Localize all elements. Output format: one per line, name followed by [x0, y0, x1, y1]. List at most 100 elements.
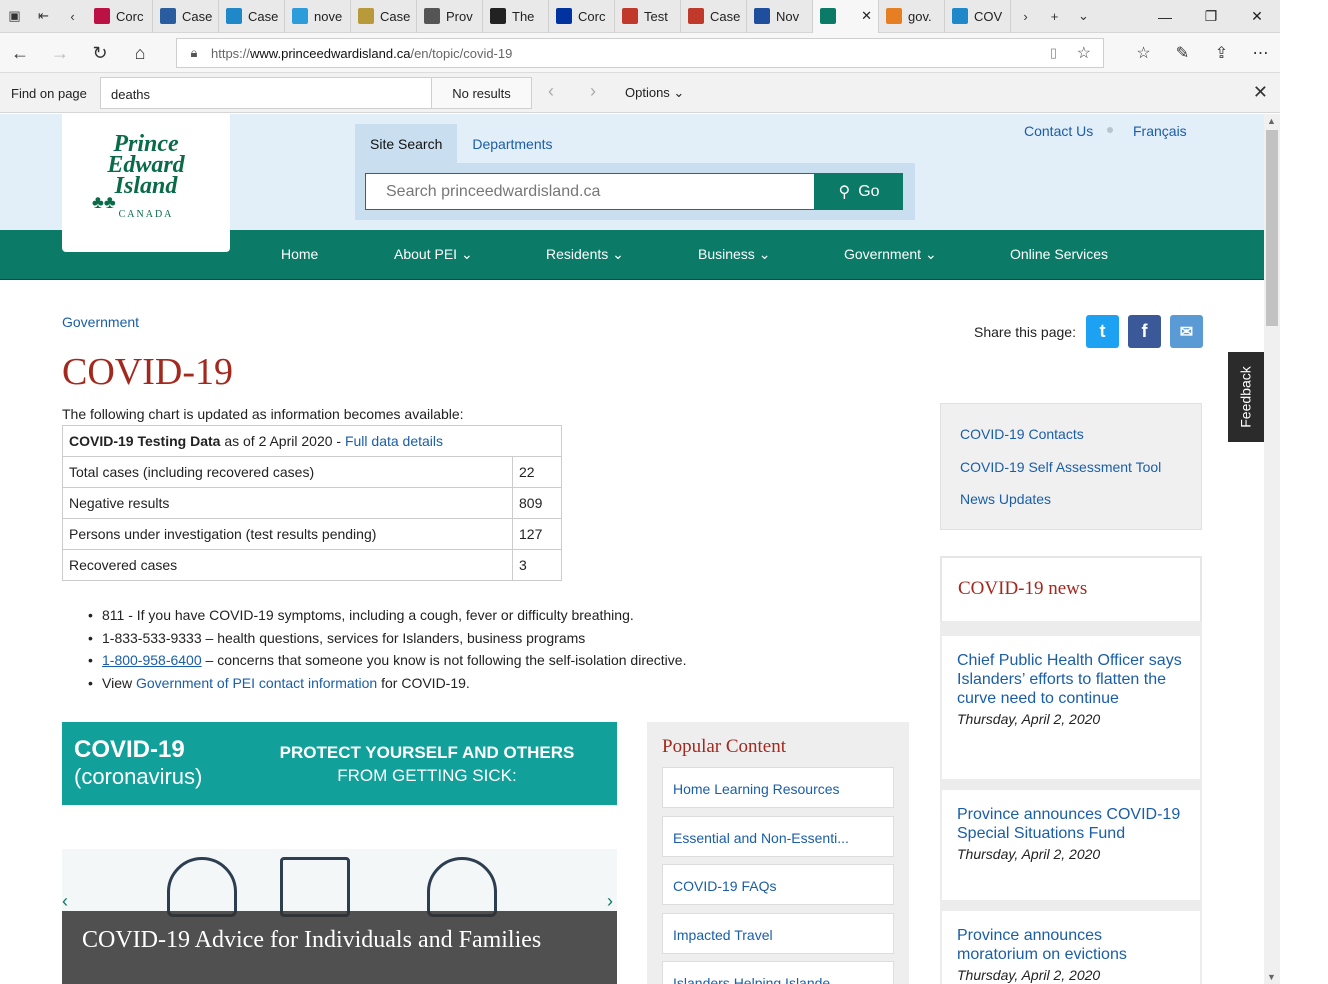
carousel: ‹ › COVID-19 Advice for Individuals and … [62, 849, 617, 984]
forward-icon[interactable]: → [40, 33, 80, 73]
browser-window: ▣ ⇤ ‹ Corc Case Case nove Case Prov The Corc Tes… [0, 0, 1280, 984]
list-item: 811 - If you have COVID-19 symptoms, inc… [88, 604, 686, 627]
go-button[interactable]: ⚲ Go [815, 173, 903, 210]
close-tab-icon[interactable]: ✕ [861, 8, 872, 24]
address-toolbar: ← → ↻ ⌂ 🔒︎ https://www.princeedwardislan… [0, 33, 1280, 73]
browser-tab[interactable]: Case [351, 0, 417, 33]
contact-us-link[interactable]: Contact Us [1024, 123, 1093, 139]
scroll-tabs-right-icon[interactable]: › [1011, 0, 1040, 33]
nav-about-pei[interactable]: About PEI ⌄ [394, 246, 473, 263]
refresh-icon[interactable]: ↻ [80, 33, 120, 73]
browser-tab[interactable]: ✕ [813, 0, 879, 33]
facebook-icon[interactable]: f [1128, 315, 1161, 348]
favicon-icon [886, 8, 902, 24]
find-close-icon[interactable]: ✕ [1253, 82, 1268, 103]
favicon-icon [358, 8, 374, 24]
popular-item[interactable]: Islanders Helping Islande... [662, 961, 894, 984]
restore-icon[interactable]: ❐ [1188, 0, 1234, 33]
find-previous-icon[interactable]: ‹ [548, 81, 554, 102]
popular-item[interactable]: Essential and Non-Essenti... [662, 816, 894, 857]
favicon-icon [952, 8, 968, 24]
scroll-up-icon[interactable]: ▲ [1267, 116, 1276, 126]
sidebar-link-self-assessment[interactable]: COVID-19 Self Assessment Tool [960, 459, 1161, 475]
table-row: Total cases (including recovered cases) 2… [62, 456, 562, 488]
full-data-link[interactable]: Full data details [345, 433, 443, 449]
nav-online-services[interactable]: Online Services [1010, 246, 1108, 262]
address-field[interactable]: 🔒︎ https://www.princeedwardisland.ca/en/… [176, 38, 1104, 68]
scroll-tabs-left-icon[interactable]: ‹ [58, 0, 87, 33]
news-item[interactable]: Province announces COVID-19 Special Situ… [942, 790, 1200, 900]
tab-actions-icon[interactable]: ▣ [0, 0, 29, 33]
sidebar-link-news-updates[interactable]: News Updates [960, 491, 1051, 507]
sidebar-link-contacts[interactable]: COVID-19 Contacts [960, 426, 1084, 442]
browser-tab[interactable]: Test [615, 0, 681, 33]
find-input[interactable]: deaths [100, 77, 432, 109]
lock-icon[interactable]: 🔒︎ [177, 45, 211, 61]
find-options-button[interactable]: Options ⌄ [625, 85, 684, 101]
browser-tab[interactable]: Corc [549, 0, 615, 33]
tab-preview-chevron-icon[interactable]: ⌄ [1069, 0, 1098, 33]
person-icon [167, 857, 237, 917]
phone-link[interactable]: 1-800-958-6400 [102, 652, 202, 668]
quick-links: COVID-19 Contacts COVID-19 Self Assessme… [940, 403, 1202, 530]
set-aside-tabs-icon[interactable]: ⇤ [29, 0, 58, 33]
new-tab-icon[interactable]: + [1040, 0, 1069, 33]
close-window-icon[interactable]: ✕ [1234, 0, 1280, 33]
twitter-icon[interactable]: t [1086, 315, 1119, 348]
find-next-icon[interactable]: › [590, 81, 596, 102]
news-item[interactable]: Chief Public Health Officer says Islande… [942, 636, 1200, 779]
list-item: 1-800-958-6400 – concerns that someone y… [88, 649, 686, 672]
popular-item[interactable]: COVID-19 FAQs [662, 864, 894, 905]
breadcrumb[interactable]: Government [62, 314, 139, 330]
feedback-button[interactable]: Feedback [1228, 352, 1264, 442]
chevron-down-icon: ⌄ [612, 246, 624, 262]
email-icon[interactable]: ✉ [1170, 315, 1203, 348]
browser-tab[interactable]: Prov [417, 0, 483, 33]
share-icon[interactable]: ⇪ [1202, 33, 1241, 73]
nav-home[interactable]: Home [281, 246, 318, 262]
popular-title: Popular Content [662, 736, 787, 757]
favicon-icon [94, 8, 110, 24]
page-scrollbar[interactable]: ▲ ▼ [1264, 114, 1280, 984]
nav-residents[interactable]: Residents ⌄ [546, 246, 624, 263]
pen-icon[interactable]: ✎ [1163, 33, 1202, 73]
minimize-icon[interactable]: — [1142, 0, 1188, 33]
home-icon[interactable]: ⌂ [120, 33, 160, 73]
browser-tab[interactable]: Case [219, 0, 285, 33]
carousel-next-icon[interactable]: › [607, 891, 613, 912]
francais-link[interactable]: Français [1133, 123, 1187, 139]
browser-tab[interactable]: Nov [747, 0, 813, 33]
carousel-prev-icon[interactable]: ‹ [62, 891, 68, 912]
more-icon[interactable]: ⋯ [1241, 33, 1280, 73]
browser-tab[interactable]: Case [153, 0, 219, 33]
popular-item[interactable]: Impacted Travel [662, 913, 894, 954]
contact-info-link[interactable]: Government of PEI contact information [136, 675, 377, 691]
tab-label: COV [974, 8, 1003, 24]
favicon-icon [292, 8, 308, 24]
back-icon[interactable]: ← [0, 33, 40, 73]
browser-tab[interactable]: Case [681, 0, 747, 33]
favorites-icon[interactable]: ☆ [1124, 33, 1163, 73]
favorite-star-icon[interactable]: ☆ [1077, 43, 1091, 63]
carousel-caption[interactable]: COVID-19 Advice for Individuals and Fami… [82, 927, 602, 954]
covid-banner[interactable]: COVID-19 (coronavirus) PROTECT YOURSELF … [62, 722, 617, 805]
reading-view-icon[interactable]: ▯ [1050, 45, 1057, 61]
tab-departments[interactable]: Departments [457, 124, 567, 164]
chevron-down-icon: ⌄ [758, 246, 771, 262]
site-search-input[interactable]: Search princeedwardisland.ca [365, 173, 815, 210]
nav-government[interactable]: Government ⌄ [844, 246, 937, 263]
scroll-down-icon[interactable]: ▼ [1267, 972, 1276, 982]
browser-tab[interactable]: nove [285, 0, 351, 33]
favicon-icon [754, 8, 770, 24]
browser-tab[interactable]: Corc [87, 0, 153, 33]
pei-logo[interactable]: Prince Edward Island ♣♣ CANADA [62, 114, 230, 252]
browser-tab[interactable]: gov. [879, 0, 945, 33]
browser-tab[interactable]: COV [945, 0, 1011, 33]
table-row: Recovered cases 3 [62, 549, 562, 581]
browser-tab[interactable]: The [483, 0, 549, 33]
scroll-thumb[interactable] [1266, 130, 1278, 326]
news-item[interactable]: Province announces moratorium on evictio… [942, 911, 1200, 984]
tab-site-search[interactable]: Site Search [355, 124, 458, 164]
popular-item[interactable]: Home Learning Resources [662, 767, 894, 808]
nav-business[interactable]: Business ⌄ [698, 246, 770, 263]
